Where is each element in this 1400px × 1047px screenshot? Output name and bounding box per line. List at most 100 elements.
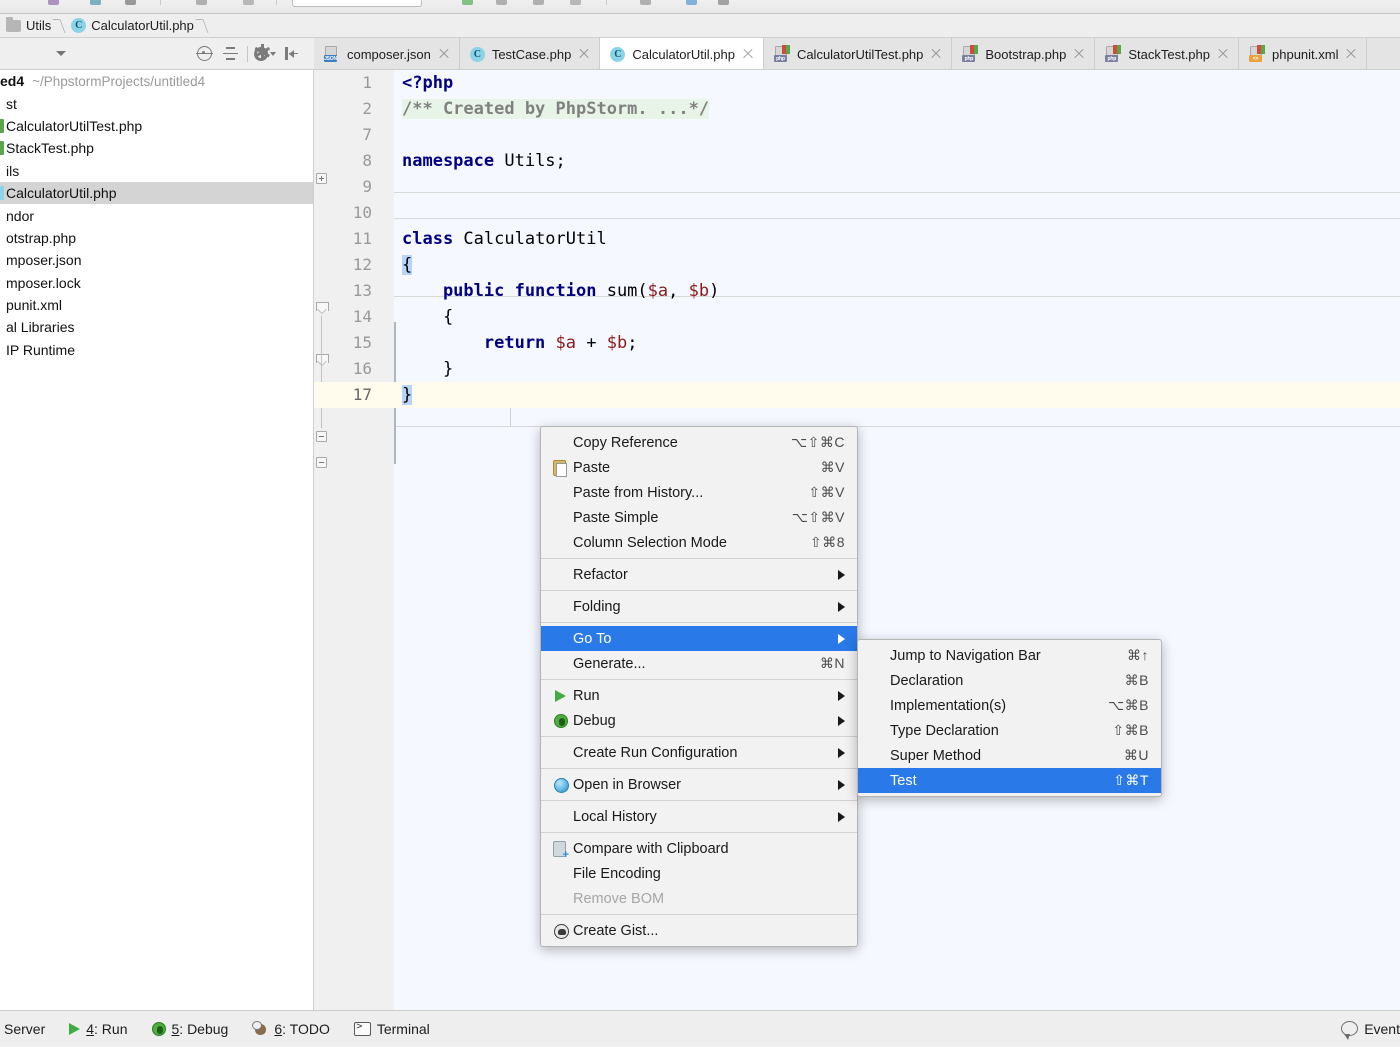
editor-tab-label: composer.json	[347, 46, 431, 62]
settings-button[interactable]	[252, 41, 278, 67]
menu-item[interactable]: Create Gist...	[541, 918, 857, 943]
submenu-arrow-icon	[838, 601, 845, 612]
menu-item[interactable]: Go To	[541, 626, 857, 651]
menu-item-label: Compare with Clipboard	[573, 840, 729, 857]
tree-item-label: CalculatorUtilTest.php	[6, 117, 143, 134]
status-item-terminal[interactable]: Terminal	[342, 1011, 442, 1047]
menu-item[interactable]: Paste ⌘V	[541, 455, 857, 480]
code-text: namespace Utils;	[402, 151, 566, 171]
submenu-item[interactable]: Super Method ⌘U	[858, 743, 1161, 768]
editor-context-menu[interactable]: Copy Reference ⌥⇧⌘C Paste ⌘V Paste from Hist…	[540, 426, 858, 947]
submenu-item[interactable]: Test ⇧⌘T	[858, 768, 1161, 793]
fold-end-icon[interactable]	[316, 431, 327, 442]
toolbar-icon[interactable]	[243, 0, 254, 5]
menu-item[interactable]: Generate... ⌘N	[541, 651, 857, 676]
close-icon[interactable]	[742, 48, 754, 60]
submenu-item[interactable]: Jump to Navigation Bar ⌘↑	[858, 643, 1161, 668]
menu-item-label: Paste	[573, 459, 611, 476]
code-text: }	[402, 385, 413, 405]
status-item-run[interactable]: 4: Run	[57, 1011, 139, 1047]
editor-tab-label: CalculatorUtilTest.php	[796, 46, 924, 62]
collapse-all-button[interactable]	[217, 41, 243, 67]
toolbar-icon[interactable]	[90, 0, 101, 5]
run-icon	[551, 687, 573, 705]
editor-tab-bar[interactable]: JSON composer.json C TestCase.php C Calculato…	[314, 38, 1400, 70]
close-icon[interactable]	[1073, 48, 1085, 60]
project-tree-panel[interactable]: ed4 ~/PhpstormProjects/untitled4 st Calcu…	[0, 70, 314, 1010]
toolbar-icon[interactable]	[686, 0, 697, 5]
project-root-row[interactable]: ed4 ~/PhpstormProjects/untitled4	[0, 70, 313, 92]
status-item-debug[interactable]: 5: Debug	[140, 1011, 241, 1047]
menu-item[interactable]: Create Run Configuration	[541, 740, 857, 765]
tree-item[interactable]: ndor	[0, 204, 313, 226]
menu-item[interactable]: Run	[541, 683, 857, 708]
submenu-item[interactable]: Implementation(s) ⌥⌘B	[858, 693, 1161, 718]
close-icon[interactable]	[930, 48, 942, 60]
status-item-event-log[interactable]: Event	[1329, 1011, 1400, 1047]
menu-icon-slot	[551, 534, 573, 552]
editor-tab[interactable]: C TestCase.php	[459, 38, 601, 69]
menu-item[interactable]: Refactor	[541, 562, 857, 587]
tree-item[interactable]: IP Runtime	[0, 339, 313, 361]
toolbar-icon[interactable]	[570, 0, 581, 5]
editor-tab[interactable]: JSON composer.json	[314, 38, 460, 69]
close-icon[interactable]	[438, 48, 450, 60]
run-toolbar-icon[interactable]	[462, 0, 473, 5]
toolbar-icon[interactable]	[125, 0, 136, 5]
locate-in-tree-button[interactable]	[191, 41, 217, 67]
menu-item-label: Folding	[573, 598, 621, 615]
code-line: 9	[314, 174, 1400, 200]
line-number: 7	[362, 125, 372, 144]
folder-icon	[0, 164, 4, 178]
menu-item[interactable]: File Encoding	[541, 861, 857, 886]
submenu-item[interactable]: Declaration ⌘B	[858, 668, 1161, 693]
breadcrumb-item-utils[interactable]: Utils	[0, 14, 53, 38]
editor-tab[interactable]: php Bootstrap.php	[952, 38, 1096, 69]
toolbar-icon[interactable]	[496, 0, 507, 5]
menu-item[interactable]: Paste Simple ⌥⇧⌘V	[541, 505, 857, 530]
tree-item[interactable]: mposer.json	[0, 249, 313, 271]
toolbar-icon[interactable]	[640, 0, 651, 5]
status-item-server[interactable]: Server	[0, 1011, 57, 1047]
editor-tab[interactable]: C CalculatorUtil.php	[600, 38, 764, 69]
chevron-down-icon[interactable]	[56, 51, 66, 56]
tree-item[interactable]: punit.xml	[0, 294, 313, 316]
menu-item[interactable]: Folding	[541, 594, 857, 619]
tree-item[interactable]: ils	[0, 160, 313, 182]
menu-icon-slot	[551, 434, 573, 452]
main-toolbar-strip[interactable]	[0, 0, 1400, 14]
menu-item[interactable]: Open in Browser	[541, 772, 857, 797]
submenu-item[interactable]: Type Declaration ⇧⌘B	[858, 718, 1161, 743]
toolbar-icon[interactable]	[718, 0, 729, 5]
toolbar-icon[interactable]	[48, 0, 59, 5]
editor-tab[interactable]: <> phpunit.xml	[1239, 38, 1368, 69]
menu-item[interactable]: Local History	[541, 804, 857, 829]
fold-end-icon[interactable]	[316, 457, 327, 468]
tree-item[interactable]: CalculatorUtilTest.php	[0, 115, 313, 137]
tree-item[interactable]: al Libraries	[0, 316, 313, 338]
menu-item[interactable]: Paste from History... ⇧⌘V	[541, 480, 857, 505]
tree-item[interactable]: st	[0, 92, 313, 114]
status-item-mnemonic: 4	[86, 1020, 95, 1037]
menu-item[interactable]: Debug	[541, 708, 857, 733]
menu-item[interactable]: Compare with Clipboard	[541, 836, 857, 861]
status-item-todo[interactable]: 6: TODO	[240, 1011, 342, 1047]
goto-submenu[interactable]: Jump to Navigation Bar ⌘↑ Declaration ⌘B Imp…	[857, 639, 1162, 797]
tree-item[interactable]: mposer.lock	[0, 272, 313, 294]
editor-tab[interactable]: php StackTest.php	[1095, 38, 1239, 69]
breadcrumb-item-calculatorutil[interactable]: C CalculatorUtil.php	[65, 14, 196, 38]
menu-item[interactable]: Column Selection Mode ⇧⌘8	[541, 530, 857, 555]
editor-tab[interactable]: php CalculatorUtilTest.php	[763, 38, 953, 69]
toolbar-icon[interactable]	[533, 0, 544, 5]
menu-item[interactable]: Copy Reference ⌥⇧⌘C	[541, 430, 857, 455]
hide-panel-button[interactable]	[278, 41, 304, 67]
search-everywhere-field[interactable]	[292, 0, 422, 7]
toolbar-icon[interactable]	[196, 0, 207, 5]
tree-item[interactable]: CalculatorUtil.php	[0, 181, 313, 205]
submenu-item-shortcut: ⌘B	[1124, 672, 1149, 688]
close-icon[interactable]	[1217, 48, 1229, 60]
tree-item[interactable]: otstrap.php	[0, 227, 313, 249]
close-icon[interactable]	[578, 48, 590, 60]
tree-item[interactable]: StackTest.php	[0, 137, 313, 159]
close-icon[interactable]	[1345, 48, 1357, 60]
